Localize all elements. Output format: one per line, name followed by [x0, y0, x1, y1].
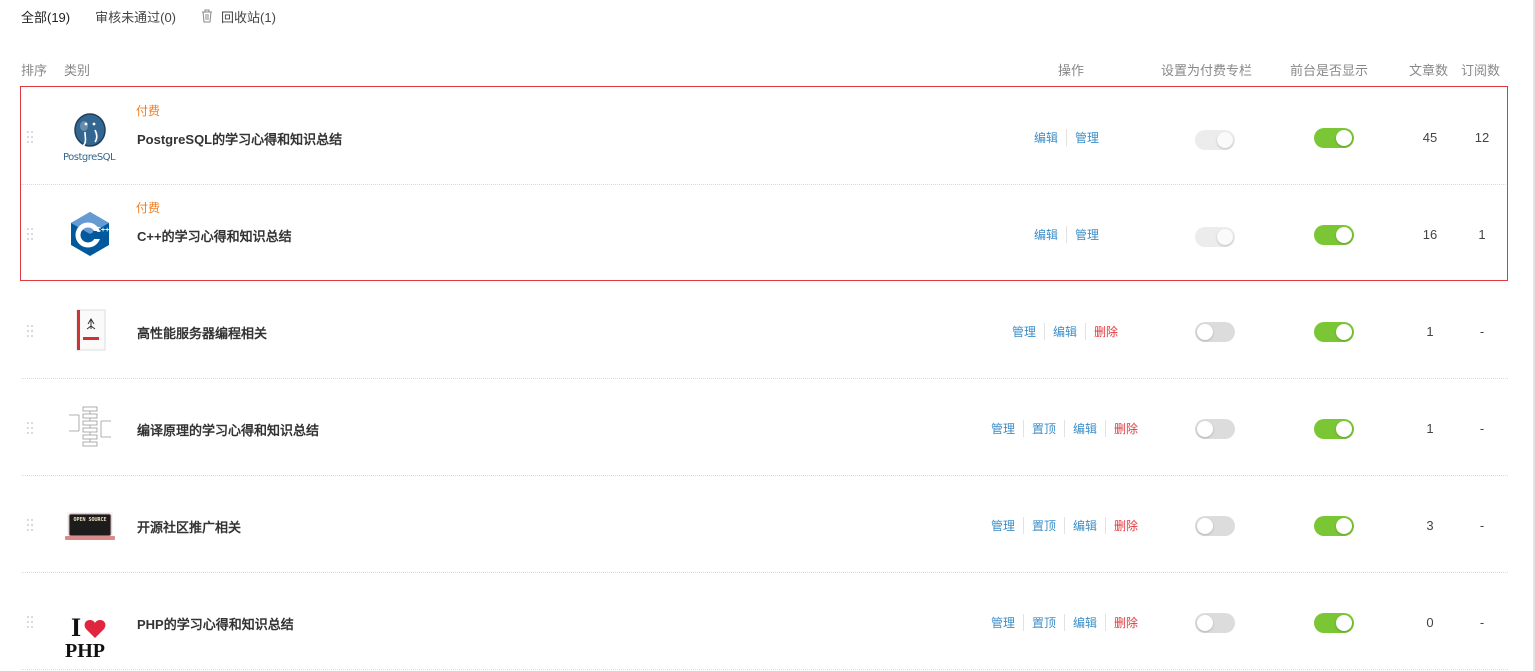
drag-handle-icon[interactable]: [27, 228, 35, 242]
row-actions: 管理 编辑 删除: [1012, 323, 1126, 340]
pin-top-link[interactable]: 置顶: [1023, 420, 1064, 437]
header-show-front: 前台是否显示: [1290, 63, 1369, 78]
header-subscriptions: 订阅数: [1461, 63, 1501, 78]
column-title[interactable]: PHP的学习心得和知识总结: [137, 614, 294, 633]
subscription-count: -: [1479, 518, 1485, 533]
drag-handle-icon[interactable]: [27, 519, 35, 533]
manage-link[interactable]: 管理: [1066, 226, 1107, 243]
delete-link[interactable]: 删除: [1105, 517, 1146, 534]
row-actions: 编辑 管理: [1034, 129, 1107, 146]
cpp-logo-icon: C++: [63, 207, 118, 262]
book-cover-icon: [63, 304, 118, 359]
subscription-count: -: [1479, 324, 1485, 339]
subscription-count: 1: [1478, 227, 1486, 242]
manage-link[interactable]: 管理: [991, 420, 1023, 437]
postgresql-logo-icon: PostgreSQL: [63, 110, 118, 165]
paid-badge: 付费: [136, 104, 161, 118]
drag-handle-icon[interactable]: [27, 616, 35, 630]
paid-column-toggle: [1195, 130, 1235, 150]
subscription-count: 12: [1474, 130, 1490, 145]
subscription-count: -: [1479, 421, 1485, 436]
row-actions: 管理 置顶 编辑 删除: [991, 517, 1146, 534]
article-count: 0: [1426, 615, 1434, 630]
paid-badge: 付费: [136, 201, 161, 215]
open-source-laptop-text: OPEN SOURCE: [73, 517, 107, 523]
cpp-logo-text: C++: [96, 227, 110, 234]
paid-column-toggle[interactable]: [1195, 419, 1235, 439]
header-articles: 文章数: [1409, 63, 1449, 78]
header-set-paid: 设置为付费专栏: [1161, 63, 1253, 78]
pin-top-link[interactable]: 置顶: [1023, 517, 1064, 534]
tab-all[interactable]: 全部(19): [21, 7, 70, 26]
tab-recycle-bin[interactable]: 回收站(1): [201, 7, 276, 26]
drag-handle-icon[interactable]: [27, 325, 35, 339]
edit-link[interactable]: 编辑: [1064, 614, 1105, 631]
column-title[interactable]: PostgreSQL的学习心得和知识总结: [137, 129, 342, 148]
manage-link[interactable]: 管理: [991, 517, 1023, 534]
edit-link[interactable]: 编辑: [1034, 129, 1066, 146]
pin-top-link[interactable]: 置顶: [1023, 614, 1064, 631]
i-letter: I: [71, 613, 82, 642]
row-actions: 编辑 管理: [1034, 226, 1107, 243]
table-row: C++ 付费 C++的学习心得和知识总结 编辑 管理 16 1: [21, 185, 1508, 282]
header-sort: 排序: [21, 63, 48, 78]
table-row: I PHP PHP的学习心得和知识总结 管理 置顶 编辑 删除 0 -: [21, 573, 1508, 670]
subscription-count: -: [1479, 615, 1485, 630]
edit-link[interactable]: 编辑: [1064, 420, 1105, 437]
edit-link[interactable]: 编辑: [1034, 226, 1066, 243]
delete-link[interactable]: 删除: [1105, 614, 1146, 631]
manage-link[interactable]: 管理: [1012, 323, 1044, 340]
manage-link[interactable]: 管理: [1066, 129, 1107, 146]
delete-link[interactable]: 删除: [1105, 420, 1146, 437]
header-operations: 操作: [1058, 63, 1085, 78]
manage-link[interactable]: 管理: [991, 614, 1023, 631]
show-front-toggle[interactable]: [1314, 225, 1354, 245]
article-count: 16: [1422, 227, 1438, 242]
column-title[interactable]: 编译原理的学习心得和知识总结: [137, 420, 319, 439]
paid-column-toggle: [1195, 227, 1235, 247]
article-count: 3: [1426, 518, 1434, 533]
i-love-php-icon: I PHP: [63, 595, 118, 661]
table-row: PostgreSQL 付费 PostgreSQL的学习心得和知识总结 编辑 管理…: [21, 88, 1508, 185]
tab-recycle-bin-label: 回收站(1): [221, 9, 276, 25]
row-actions: 管理 置顶 编辑 删除: [991, 420, 1146, 437]
column-title[interactable]: 高性能服务器编程相关: [137, 323, 267, 342]
open-source-laptop-icon: OPEN SOURCE: [63, 498, 118, 553]
show-front-toggle[interactable]: [1314, 128, 1354, 148]
paid-column-toggle[interactable]: [1195, 516, 1235, 536]
drag-handle-icon[interactable]: [27, 422, 35, 436]
drag-handle-icon[interactable]: [27, 131, 35, 145]
article-count: 45: [1422, 130, 1438, 145]
table-row: 高性能服务器编程相关 管理 编辑 删除 1 -: [21, 282, 1508, 379]
column-title[interactable]: 开源社区推广相关: [137, 517, 241, 536]
trash-icon: [202, 9, 213, 23]
column-title[interactable]: C++的学习心得和知识总结: [137, 226, 292, 245]
php-logo-text: PHP: [65, 640, 105, 662]
show-front-toggle[interactable]: [1314, 516, 1354, 536]
article-count: 1: [1426, 421, 1434, 436]
heart-icon: [84, 620, 106, 638]
show-front-toggle[interactable]: [1314, 613, 1354, 633]
compiler-diagram-icon: [63, 401, 118, 456]
postgresql-logo-text: PostgreSQL: [63, 152, 116, 163]
tab-review-failed[interactable]: 审核未通过(0): [95, 7, 176, 26]
edit-link[interactable]: 编辑: [1064, 517, 1105, 534]
edit-link[interactable]: 编辑: [1044, 323, 1085, 340]
delete-link[interactable]: 删除: [1085, 323, 1126, 340]
header-category: 类别: [64, 63, 91, 78]
paid-column-toggle[interactable]: [1195, 613, 1235, 633]
row-actions: 管理 置顶 编辑 删除: [991, 614, 1146, 631]
filter-tabs: 全部(19) 审核未通过(0) 回收站(1): [21, 6, 301, 26]
show-front-toggle[interactable]: [1314, 322, 1354, 342]
table-row: 编译原理的学习心得和知识总结 管理 置顶 编辑 删除 1 -: [21, 379, 1508, 476]
show-front-toggle[interactable]: [1314, 419, 1354, 439]
article-count: 1: [1426, 324, 1434, 339]
paid-column-toggle[interactable]: [1195, 322, 1235, 342]
table-row: OPEN SOURCE 开源社区推广相关 管理 置顶 编辑 删除 3 -: [21, 476, 1508, 573]
